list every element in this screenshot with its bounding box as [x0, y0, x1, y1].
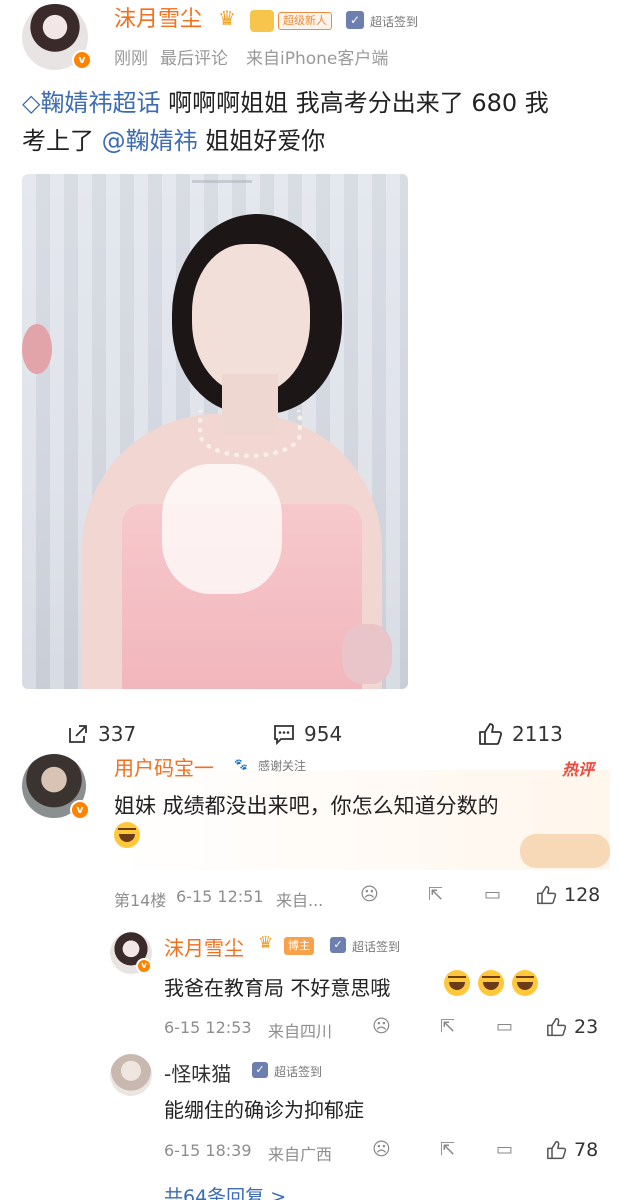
reply-time: 6-15 12:53 [164, 1018, 252, 1037]
level-icon [250, 10, 274, 32]
reply-like-count: 23 [574, 1016, 599, 1038]
reply-reply-icon[interactable]: ▭ [496, 1016, 513, 1037]
reply-name[interactable]: -怪味猫 [164, 1058, 231, 1087]
reply-signin: 超话签到 [352, 940, 401, 954]
reply-text: 能绷住的确诊为抑郁症 [164, 1098, 364, 1122]
commenter-name[interactable]: 用户码宝一 [114, 752, 214, 781]
reply-like-count: 78 [574, 1139, 599, 1161]
hot-comment-badge: 热评 [562, 760, 595, 779]
reply-source: 来自广西 [268, 1145, 333, 1164]
share-icon [69, 725, 87, 743]
comment-button[interactable]: 954 [272, 722, 342, 746]
comment-count: 954 [304, 722, 343, 746]
post-text-1: 啊啊啊姐姐 我高考分出来了 680 我 [160, 89, 549, 117]
crown-icon: ♛ [218, 6, 236, 30]
level-badge: 超级新人 [278, 12, 332, 30]
reply-like-button[interactable]: 23 [546, 1016, 598, 1038]
thumbs-up-icon [479, 723, 503, 745]
like-count: 2113 [512, 722, 563, 746]
author-badge: 博主 [284, 937, 314, 955]
thumbs-up-icon [547, 1140, 567, 1160]
reply-signin: 超话签到 [274, 1065, 323, 1079]
mention-link[interactable]: @鞠婧祎 [102, 127, 198, 155]
post-last-comment: 最后评论 [160, 49, 228, 69]
comment-floor: 第14楼 [114, 891, 167, 910]
signin-label: 超话签到 [370, 15, 419, 29]
signin-check-icon: ✓ [346, 11, 364, 29]
reply-share-icon[interactable]: ⇱ [440, 1016, 455, 1037]
share-button[interactable]: 337 [66, 722, 136, 746]
verified-badge-icon: v [72, 50, 92, 70]
signin-check-icon: ✓ [252, 1062, 268, 1078]
dislike-icon[interactable]: ☹ [372, 1016, 391, 1037]
comment-share-icon[interactable]: ⇱ [428, 884, 443, 905]
post-time: 刚刚 [114, 49, 148, 69]
laugh-emoji-group [444, 970, 538, 996]
comment-icon [274, 725, 294, 746]
sticker-decoration [520, 834, 610, 868]
comment-reply-icon[interactable]: ▭ [484, 884, 501, 905]
reply-source: 来自四川 [268, 1022, 333, 1041]
laugh-emoji-icon [444, 970, 470, 996]
comment-like-count: 128 [564, 884, 601, 906]
laugh-emoji-icon [512, 970, 538, 996]
post-text-2: 考上了 [22, 127, 94, 155]
share-count: 337 [98, 722, 137, 746]
follow-label: 感谢关注 [258, 759, 307, 773]
reply-text: 我爸在教育局 不好意思哦 [164, 976, 391, 1000]
dislike-icon[interactable]: ☹ [360, 884, 379, 905]
signin-check-icon: ✓ [330, 937, 346, 953]
more-replies-link[interactable]: 共64条回复 > [164, 1182, 286, 1200]
thumbs-up-icon [547, 1017, 567, 1037]
thumbs-up-icon [537, 885, 557, 905]
reply-time: 6-15 18:39 [164, 1141, 252, 1160]
verified-badge-icon: v [70, 800, 90, 820]
post-text-3: 姐姐好爱你 [197, 127, 326, 155]
topic-diamond-icon: ◇ [22, 89, 41, 117]
comment-text: 姐妹 成绩都没出来吧，你怎么知道分数的 [114, 794, 499, 818]
comment-like-button[interactable]: 128 [536, 884, 600, 906]
comment-source: 来自... [276, 891, 324, 910]
author-name[interactable]: 沫月雪尘 [114, 6, 202, 34]
verified-badge-icon: v [136, 958, 152, 974]
reply-share-icon[interactable]: ⇱ [440, 1139, 455, 1160]
like-button[interactable]: 2113 [478, 722, 563, 746]
laugh-emoji-icon [114, 822, 140, 848]
post-source: 来自iPhone客户端 [246, 49, 389, 69]
laugh-emoji-icon [478, 970, 504, 996]
comment-time: 6-15 12:51 [176, 887, 264, 906]
reply-name[interactable]: 沫月雪尘 [164, 932, 244, 961]
reply-avatar[interactable] [110, 1054, 152, 1096]
crown-icon: ♛ [258, 933, 274, 953]
dislike-icon[interactable]: ☹ [372, 1139, 391, 1160]
reply-like-button[interactable]: 78 [546, 1139, 598, 1161]
post-image[interactable] [22, 174, 408, 689]
reply-reply-icon[interactable]: ▭ [496, 1139, 513, 1160]
topic-link[interactable]: ◇鞠婧祎超话 [22, 89, 160, 117]
follow-paw-icon: 🐾 [234, 758, 248, 771]
post-body: ◇鞠婧祎超话 啊啊啊姐姐 我高考分出来了 680 我 考上了 @鞠婧祎 姐姐好爱… [22, 84, 612, 160]
